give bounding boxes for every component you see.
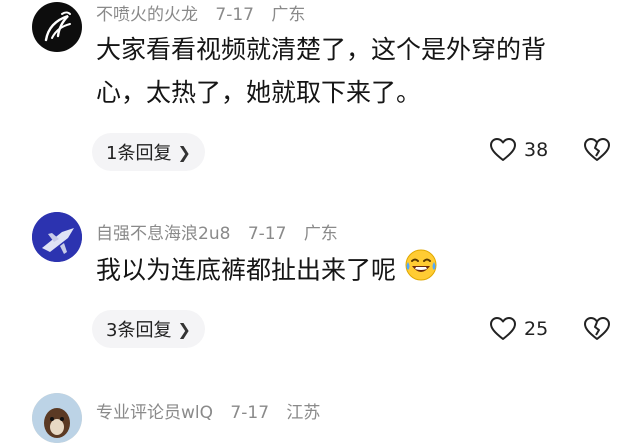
reply-count-label: 1条回复 xyxy=(106,143,172,164)
broken-heart-icon xyxy=(584,317,610,340)
like-count: 38 xyxy=(524,139,549,161)
jet-fighter-icon xyxy=(32,212,82,262)
comment-text-line: 大家看看视频就清楚了，这个是外穿的背 xyxy=(96,35,547,64)
view-replies-button[interactable]: 3条回复 ❯ xyxy=(92,310,205,348)
chevron-right-icon: ❯ xyxy=(177,142,191,162)
like-button[interactable]: 25 xyxy=(490,317,548,341)
laughing-with-tears-emoji-icon xyxy=(404,248,438,295)
view-replies-button[interactable]: 1条回复 ❯ xyxy=(92,133,205,171)
comment-text: 大家看看视频就清楚了，这个是外穿的背 心，太热了，她就取下来了。 xyxy=(96,28,546,114)
comment-date: 7-17 xyxy=(247,224,287,244)
username[interactable]: 不喷火的火龙 xyxy=(96,5,198,25)
comment-text-line: 心，太热了，她就取下来了。 xyxy=(96,78,422,107)
comment-item: 不喷火的火龙 7-17 广东 大家看看视频就清楚了，这个是外穿的背 心，太热了，… xyxy=(0,0,640,190)
comment-date: 7-17 xyxy=(230,403,270,423)
comment-meta: 专业评论员wlQ 7-17 江苏 xyxy=(96,398,332,423)
comment-text: 我以为连底裤都扯出来了呢 xyxy=(96,248,438,295)
username[interactable]: 自强不息海浪2u8 xyxy=(96,224,230,244)
heart-icon xyxy=(490,317,516,340)
like-count: 25 xyxy=(524,318,549,340)
comment-location: 广东 xyxy=(271,5,306,25)
comment-meta: 不喷火的火龙 7-17 广东 xyxy=(96,0,317,25)
comment-meta: 自强不息海浪2u8 7-17 广东 xyxy=(96,219,350,244)
avatar[interactable] xyxy=(32,2,82,52)
username[interactable]: 专业评论员wlQ xyxy=(96,403,213,423)
comment-date: 7-17 xyxy=(215,5,254,25)
broken-heart-icon xyxy=(584,138,610,161)
comment-item: 自强不息海浪2u8 7-17 广东 我以为连底裤都扯出来了呢 3条回复 ❯ 25 xyxy=(0,200,640,370)
comment-text-line: 我以为连底裤都扯出来了呢 xyxy=(96,255,397,285)
comment-location: 江苏 xyxy=(286,403,321,423)
avatar[interactable] xyxy=(32,393,82,443)
dislike-button[interactable] xyxy=(584,138,610,166)
dog-portrait-icon xyxy=(32,393,82,443)
like-button[interactable]: 38 xyxy=(490,138,548,162)
dragon-logo-icon xyxy=(44,11,71,42)
comment-location: 广东 xyxy=(303,224,338,244)
comment-item: 专业评论员wlQ 7-17 江苏 xyxy=(0,385,640,443)
dislike-button[interactable] xyxy=(584,317,610,345)
chevron-right-icon: ❯ xyxy=(177,319,191,339)
heart-icon xyxy=(490,138,516,161)
avatar[interactable] xyxy=(32,212,82,262)
reply-count-label: 3条回复 xyxy=(106,320,172,341)
